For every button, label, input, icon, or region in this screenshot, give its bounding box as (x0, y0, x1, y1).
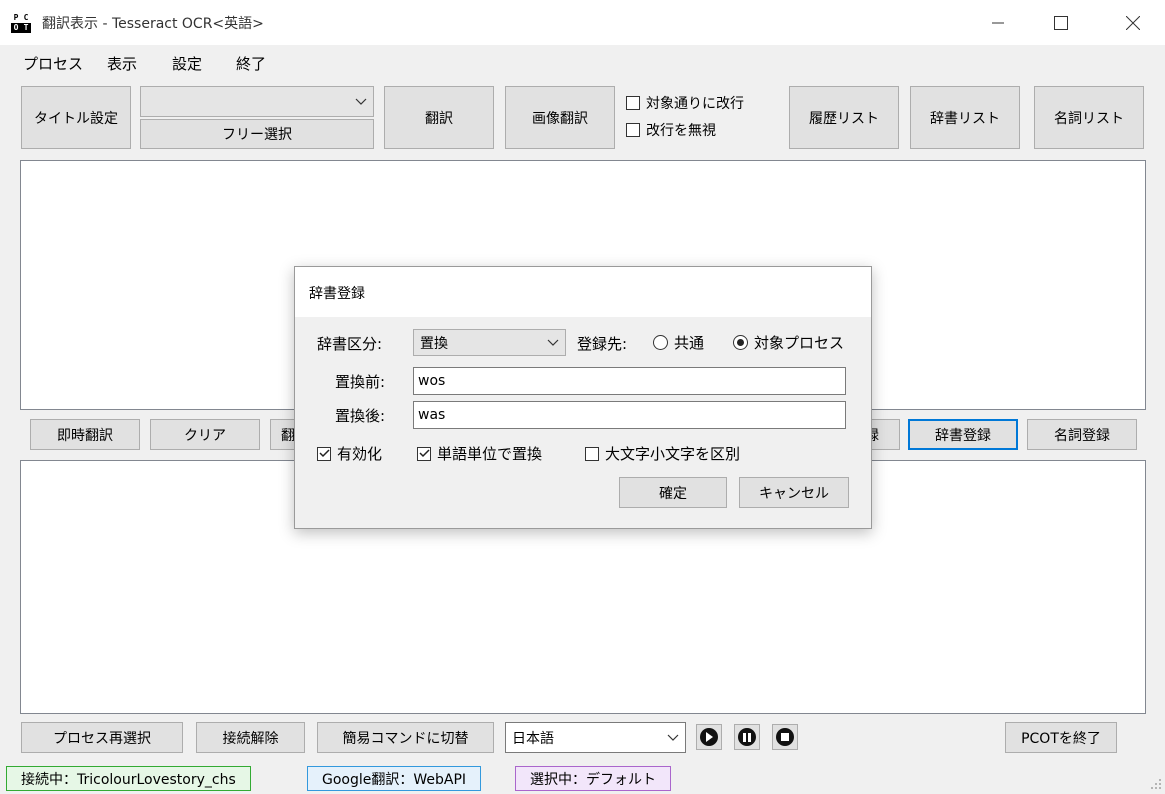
check-icon (417, 446, 431, 461)
app-icon-letter: O (11, 23, 21, 33)
image-translate-button[interactable]: 画像翻訳 (505, 86, 615, 149)
ok-button[interactable]: 確定 (619, 477, 727, 508)
history-list-button[interactable]: 履歴リスト (789, 86, 899, 149)
destination-label: 登録先: (577, 335, 628, 353)
minimize-icon (992, 22, 1004, 23)
dictionary-list-button[interactable]: 辞書リスト (910, 86, 1020, 149)
after-input[interactable]: was (413, 401, 846, 429)
case-sensitive-label: 大文字小文字を区別 (605, 445, 741, 463)
instant-translate-button[interactable]: 即時翻訳 (30, 419, 140, 450)
maximize-icon (1054, 15, 1068, 30)
language-select[interactable]: 日本語 (505, 722, 686, 753)
app-icon-letter: T (21, 23, 31, 33)
before-input[interactable]: wos (413, 367, 846, 395)
title-setting-button[interactable]: タイトル設定 (21, 86, 131, 149)
checkbox-box (585, 446, 599, 461)
enabled-label: 有効化 (337, 445, 383, 463)
minimize-button[interactable] (975, 0, 1021, 45)
free-select-button[interactable]: フリー選択 (140, 119, 374, 149)
noun-list-button[interactable]: 名詞リスト (1034, 86, 1144, 149)
check-icon (317, 446, 331, 461)
translate-button[interactable]: 翻訳 (384, 86, 494, 149)
category-select[interactable]: 置換 (413, 329, 566, 356)
radio-circle (653, 335, 668, 350)
radio-target-process[interactable]: 対象プロセス (733, 332, 844, 353)
resize-grip-icon[interactable] (1150, 778, 1162, 790)
menu-exit[interactable]: 終了 (236, 53, 266, 74)
window-title: 翻訳表示 - Tesseract OCR<英語> (42, 16, 264, 32)
dialog-title: 辞書登録 (309, 286, 365, 302)
dialog-header (295, 267, 871, 317)
before-label: 置換前: (335, 373, 386, 391)
ignore-newline-checkbox[interactable]: 改行を無視 (626, 120, 716, 140)
menu-settings[interactable]: 設定 (172, 53, 202, 74)
close-icon (1126, 15, 1140, 30)
chevron-down-icon (355, 98, 367, 105)
app-icon-letter: P (13, 13, 19, 22)
status-engine: Google翻訳：WebAPI (307, 766, 482, 791)
case-sensitive-checkbox[interactable]: 大文字小文字を区別 (585, 443, 740, 464)
noun-register-button[interactable]: 名詞登録 (1027, 419, 1137, 450)
menu-view[interactable]: 表示 (107, 53, 137, 74)
after-label: 置換後: (335, 407, 386, 425)
app-icon-letter: C (23, 13, 29, 22)
cancel-button[interactable]: キャンセル (739, 477, 849, 508)
status-connection: 接続中：TricolourLovestory_chs (6, 766, 251, 791)
category-value: 置換 (420, 335, 448, 352)
disconnect-button[interactable]: 接続解除 (196, 722, 305, 753)
pause-icon (738, 728, 756, 746)
status-selection: 選択中：デフォルト (515, 766, 671, 791)
maximize-button[interactable] (1038, 0, 1084, 45)
stop-icon (776, 728, 794, 746)
language-value: 日本語 (512, 730, 554, 747)
radio-common[interactable]: 共通 (653, 332, 704, 353)
chevron-down-icon (667, 734, 679, 741)
menu-process[interactable]: プロセス (23, 53, 83, 74)
switch-simple-command-button[interactable]: 簡易コマンドに切替 (317, 722, 494, 753)
stop-button[interactable] (772, 724, 798, 750)
target-newline-label: 対象通りに改行 (646, 96, 744, 112)
checkbox-box (626, 96, 640, 110)
ignore-newline-label: 改行を無視 (646, 123, 716, 139)
play-button[interactable] (696, 724, 722, 750)
pause-button[interactable] (734, 724, 760, 750)
word-unit-label: 単語単位で置換 (437, 445, 543, 463)
dictionary-register-button[interactable]: 辞書登録 (908, 419, 1018, 450)
exit-pcot-button[interactable]: PCOTを終了 (1005, 722, 1117, 753)
dictionary-register-dialog: 辞書登録 辞書区分: 置換 登録先: 共通 対象プロセス 置換前: wos 置換… (294, 266, 872, 529)
radio-common-label: 共通 (674, 334, 705, 352)
checkbox-box (626, 123, 640, 137)
app-icon: P C O T (11, 13, 31, 33)
radio-target-process-label: 対象プロセス (754, 334, 845, 352)
category-label: 辞書区分: (317, 335, 383, 353)
target-newline-checkbox[interactable]: 対象通りに改行 (626, 93, 744, 113)
play-icon (700, 728, 718, 746)
word-unit-checkbox[interactable]: 単語単位で置換 (417, 443, 542, 464)
enabled-checkbox[interactable]: 有効化 (317, 443, 382, 464)
close-button[interactable] (1110, 0, 1156, 45)
radio-circle (733, 335, 748, 350)
clear-button[interactable]: クリア (150, 419, 260, 450)
window-select-combo[interactable] (140, 86, 374, 117)
reselect-process-button[interactable]: プロセス再選択 (21, 722, 183, 753)
chevron-down-icon (547, 339, 559, 346)
